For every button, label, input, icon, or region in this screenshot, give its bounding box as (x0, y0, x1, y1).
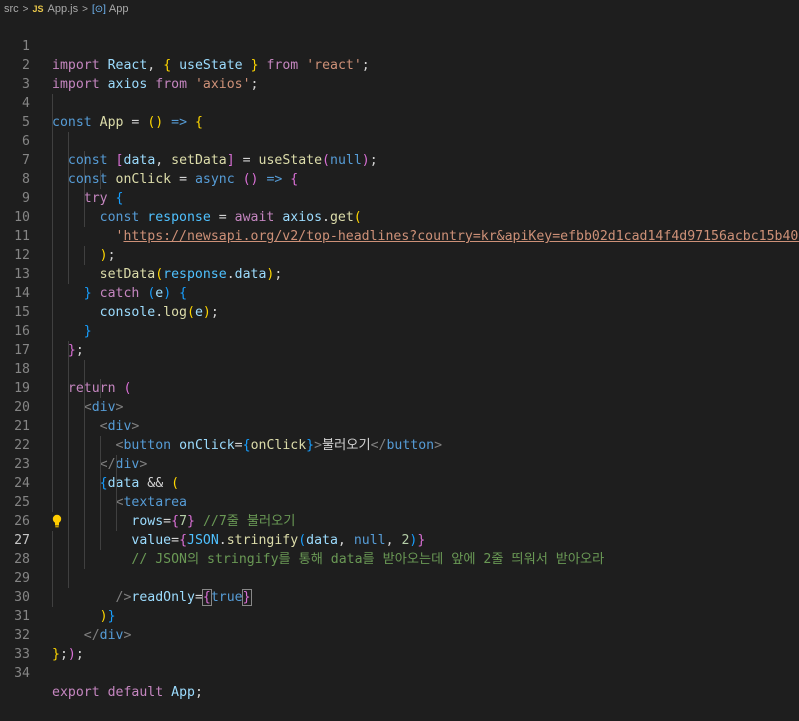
code-line[interactable]: 29 )} (0, 550, 799, 624)
code-line[interactable]: 24 rows={7} //7줄 불러오기 (0, 455, 799, 529)
code-line[interactable]: 22 {data && ( (0, 417, 799, 491)
code-line[interactable]: 11 setData(response.data); (0, 208, 799, 282)
code-line[interactable]: 1 import React, { useState } from 'react… (0, 18, 799, 73)
code-editor[interactable]: 1 import React, { useState } from 'react… (0, 18, 799, 700)
breadcrumb-folder[interactable]: src (4, 3, 19, 15)
breadcrumb-symbol[interactable]: App (109, 3, 129, 15)
code-line[interactable]: 31 ); (0, 588, 799, 662)
code-line-active[interactable]: 27 readOnly={true} (0, 512, 799, 606)
code-line[interactable]: 34 export default App; (0, 645, 799, 700)
lightbulb-icon[interactable] (52, 514, 62, 528)
code-line[interactable]: 21 </div> (0, 398, 799, 472)
code-line[interactable]: 23 <textarea (0, 436, 799, 510)
line-number: 34 (14, 666, 30, 681)
code-line[interactable]: 7 try { (0, 132, 799, 206)
chevron-right-icon: > (22, 3, 29, 15)
code-line[interactable]: 13 console.log(e); (0, 246, 799, 320)
chevron-right-icon: > (82, 3, 88, 15)
code-line[interactable]: 2 import axios from 'axios'; (0, 37, 799, 92)
symbol-component-icon: [⊙] (91, 3, 106, 15)
code-line[interactable]: 8 const response = await axios.get( (0, 151, 799, 225)
code-line[interactable]: 30 </div> (0, 569, 799, 643)
code-line[interactable]: 4 const App = () => { (0, 75, 799, 130)
code-line[interactable]: 12 } catch (e) { (0, 227, 799, 301)
code-line[interactable]: 28 /> (0, 531, 799, 605)
code-line[interactable]: 19 <div> (0, 360, 799, 434)
code-line[interactable]: 3 (0, 56, 799, 92)
code-line[interactable]: 26 // JSON의 stringify를 통해 data를 받아오는데 앞에… (0, 493, 799, 567)
code-line[interactable]: 5 const [data, setData] = useState(null)… (0, 94, 799, 168)
code-line[interactable]: 9 'https://newsapi.org/v2/top-headlines?… (0, 170, 799, 244)
breadcrumb-file[interactable]: App.js (48, 3, 79, 15)
javascript-file-icon: JS (32, 4, 44, 14)
code-line[interactable]: 18 <div> (0, 341, 799, 415)
code-line[interactable]: 16 (0, 303, 799, 339)
code-line[interactable]: 17 return ( (0, 322, 799, 396)
code-line[interactable]: 20 <button onClick={onClick}>불러오기</butto… (0, 379, 799, 453)
breadcrumb: src > JS App.js > [⊙] App (0, 0, 799, 18)
code-line[interactable]: 25 value={JSON.stringify(data, null, 2)} (0, 474, 799, 548)
code-line[interactable]: 32 }; (0, 607, 799, 662)
code-line[interactable]: 14 } (0, 265, 799, 339)
code-line[interactable]: 6 const onClick = async () => { (0, 113, 799, 187)
code-line[interactable]: 33 (0, 626, 799, 662)
code-line[interactable]: 15 }; (0, 284, 799, 358)
code-line[interactable]: 10 ); (0, 189, 799, 263)
